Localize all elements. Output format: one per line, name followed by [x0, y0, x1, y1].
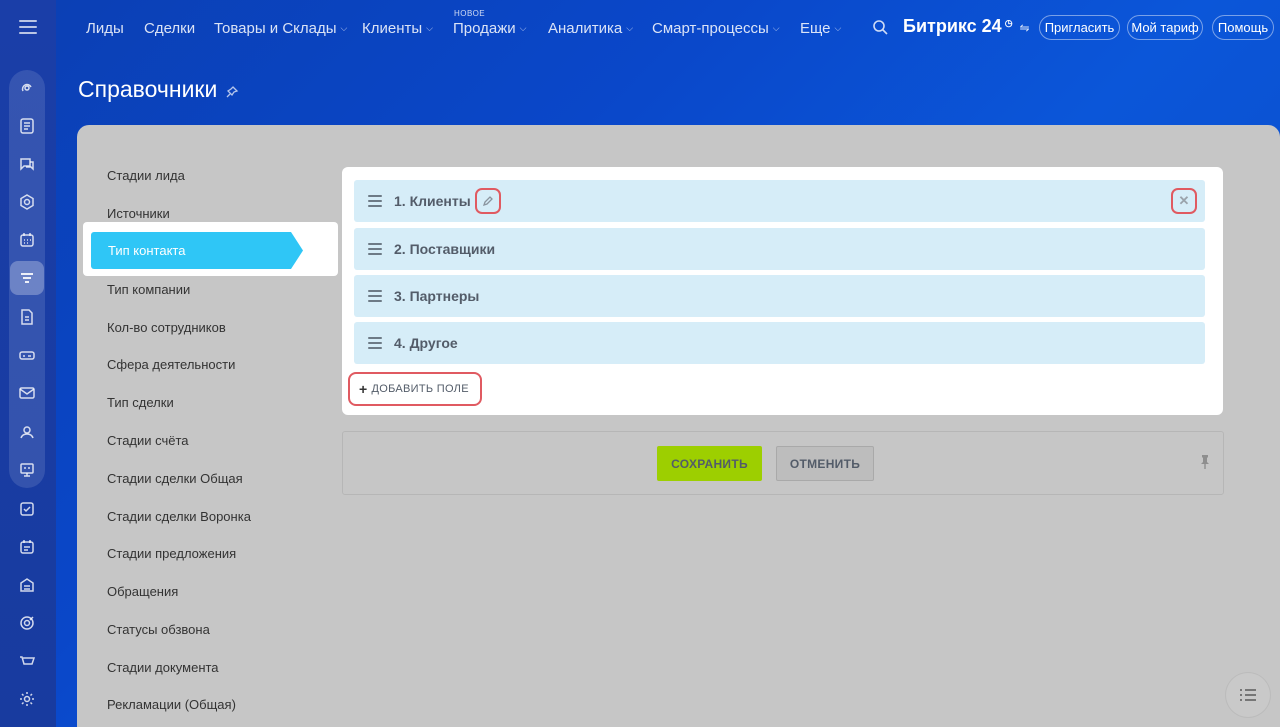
- sidebar-item-active[interactable]: Тип контакта: [91, 232, 303, 269]
- close-icon: ✕: [1178, 193, 1190, 208]
- save-panel: СОХРАНИТЬ ОТМЕНИТЬ: [342, 431, 1224, 495]
- pin-icon[interactable]: [225, 85, 239, 99]
- nav-label: Еще: [800, 20, 831, 37]
- sidebar-item[interactable]: Стадии лида: [107, 168, 185, 183]
- sidebar-item[interactable]: Статусы обзвона: [107, 622, 210, 637]
- edit-button[interactable]: [474, 188, 501, 214]
- nav-label: Смарт-процессы: [652, 20, 769, 37]
- cancel-button[interactable]: ОТМЕНИТЬ: [776, 446, 874, 481]
- clock-icon: ◷: [1004, 18, 1013, 28]
- nav-label: Товары и Склады: [214, 20, 337, 37]
- new-badge: НОВОЕ: [454, 9, 486, 18]
- drag-handle-icon[interactable]: [368, 290, 382, 302]
- plus-icon: +: [359, 381, 368, 397]
- cart-icon[interactable]: [10, 644, 44, 678]
- nav-label: Сделки: [144, 20, 196, 37]
- contact-types-list: 1. Клиенты ✕ 2. Поставщики 3. Партнеры 4…: [342, 167, 1223, 415]
- row-label: 3. Партнеры: [394, 288, 480, 304]
- row-label: 4. Другое: [394, 335, 458, 351]
- logo-text: Битрикс 24: [903, 16, 1002, 36]
- document-icon[interactable]: [10, 300, 44, 334]
- sidebar-item[interactable]: Тип компании: [107, 282, 190, 297]
- nav-smart-processes[interactable]: Смарт-процессы ⌵: [652, 20, 780, 37]
- add-field-label: ДОБАВИТЬ ПОЛЕ: [371, 383, 469, 395]
- nav-clients[interactable]: Клиенты ⌵: [362, 20, 433, 37]
- drag-handle-icon[interactable]: [368, 243, 382, 255]
- target-icon[interactable]: [10, 606, 44, 640]
- page-title-text: Справочники: [78, 76, 218, 102]
- sidebar-item[interactable]: Стадии сделки Воронка: [107, 509, 251, 524]
- drive-icon[interactable]: [10, 338, 44, 372]
- planner-icon[interactable]: [10, 530, 44, 564]
- top-bar: Лиды Сделки Товары и Склады ⌵ Клиенты ⌵ НО…: [56, 0, 1280, 56]
- nav-analytics[interactable]: Аналитика ⌵: [548, 20, 633, 37]
- calendar-icon[interactable]: [10, 223, 44, 257]
- left-rail: [0, 0, 56, 727]
- pin-icon[interactable]: [1199, 454, 1211, 470]
- list-row[interactable]: 4. Другое: [354, 322, 1205, 364]
- nav-label: Продажи: [453, 20, 516, 37]
- feed-icon[interactable]: [10, 109, 44, 143]
- nav-deals[interactable]: Сделки: [144, 20, 195, 37]
- list-row[interactable]: 3. Партнеры: [354, 275, 1205, 317]
- drag-handle-icon[interactable]: [368, 337, 382, 349]
- hexagon-icon[interactable]: [10, 185, 44, 219]
- sidebar-item[interactable]: Стадии сделки Общая: [107, 471, 243, 486]
- chevron-down-icon: ⌵: [834, 23, 842, 33]
- chevron-down-icon: ⌵: [519, 23, 527, 33]
- gear-icon[interactable]: [10, 682, 44, 716]
- list-row[interactable]: 1. Клиенты ✕: [354, 180, 1205, 222]
- nav-sales[interactable]: Продажи ⌵: [453, 20, 526, 37]
- logo: Битрикс 24 ◷ ⇋: [903, 16, 1030, 37]
- sidebar-item[interactable]: Стадии счёта: [107, 433, 189, 448]
- nav-label: Клиенты: [362, 20, 423, 37]
- funnel-icon[interactable]: [10, 261, 44, 295]
- invite-button[interactable]: Пригласить: [1039, 15, 1120, 40]
- drag-handle-icon[interactable]: [368, 195, 382, 207]
- pencil-icon: [483, 195, 494, 206]
- search-icon[interactable]: [872, 19, 888, 35]
- workarea: Стадии лида Источники Тип контакта Тип к…: [77, 125, 1280, 727]
- chat-icon[interactable]: [10, 147, 44, 181]
- add-field-button[interactable]: + ДОБАВИТЬ ПОЛЕ: [348, 372, 482, 406]
- settings-icon[interactable]: ⇋: [1020, 21, 1030, 35]
- save-button[interactable]: СОХРАНИТЬ: [657, 446, 762, 481]
- sidebar-item[interactable]: Тип сделки: [107, 395, 174, 410]
- row-label: 1. Клиенты: [394, 193, 471, 209]
- sidebar-item[interactable]: Сфера деятельности: [107, 357, 235, 372]
- nav-label: Аналитика: [548, 20, 623, 37]
- sidebar-item[interactable]: Источники: [107, 206, 170, 221]
- menu-icon[interactable]: [19, 20, 37, 34]
- sidebar-item[interactable]: Кол-во сотрудников: [107, 320, 226, 335]
- row-label: 2. Поставщики: [394, 241, 496, 257]
- list-row[interactable]: 2. Поставщики: [354, 228, 1205, 270]
- chevron-down-icon: ⌵: [340, 23, 348, 33]
- page-title: Справочники: [78, 76, 239, 103]
- tasks-icon[interactable]: [10, 492, 44, 526]
- sidebar-item[interactable]: Стадии документа: [107, 660, 219, 675]
- chevron-down-icon: ⌵: [772, 23, 780, 33]
- mail-icon[interactable]: [10, 376, 44, 410]
- tariff-button[interactable]: Мой тариф: [1127, 15, 1203, 40]
- sidebar-item[interactable]: Рекламации (Общая): [107, 697, 236, 712]
- sidebar-item[interactable]: Стадии предложения: [107, 546, 236, 561]
- help-button[interactable]: Помощь: [1212, 15, 1274, 40]
- nav-label: Лиды: [86, 20, 124, 37]
- chevron-down-icon: ⌵: [426, 23, 433, 33]
- users-icon[interactable]: [10, 415, 44, 449]
- list-icon: [1240, 689, 1256, 701]
- nav-leads[interactable]: Лиды: [86, 20, 124, 37]
- delete-button[interactable]: ✕: [1171, 188, 1197, 214]
- chevron-down-icon: ⌵: [626, 23, 634, 33]
- warehouse-icon[interactable]: [10, 568, 44, 602]
- nav-more[interactable]: Еще ⌵: [800, 20, 841, 37]
- presentation-icon[interactable]: [10, 453, 44, 487]
- sidebar-item[interactable]: Обращения: [107, 584, 178, 599]
- crm-icon[interactable]: [10, 71, 44, 105]
- nav-products[interactable]: Товары и Склады ⌵: [214, 20, 347, 37]
- list-menu-button[interactable]: [1226, 673, 1270, 717]
